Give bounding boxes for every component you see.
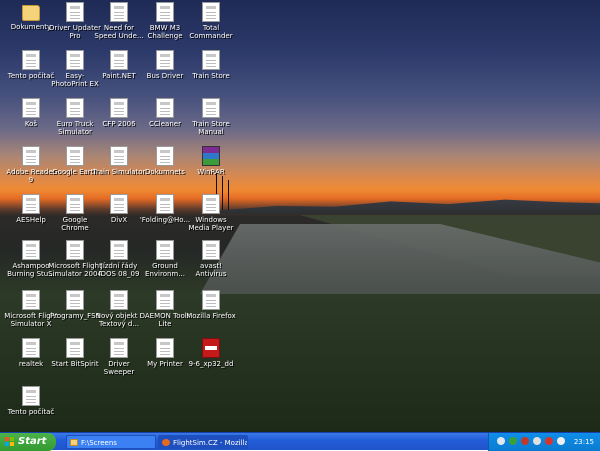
shortcut-icon (22, 98, 40, 118)
shortcut-icon (202, 98, 220, 118)
ati-driver-icon (202, 338, 220, 358)
tray-app-icon[interactable] (497, 437, 505, 445)
shortcut-icon (66, 50, 84, 70)
shortcut-icon (156, 50, 174, 70)
desktop-icon[interactable]: Train Store Manual (184, 98, 238, 136)
desktop-icon[interactable]: Windows Media Player (184, 194, 238, 232)
volume-icon[interactable] (557, 437, 565, 445)
shortcut-icon (22, 338, 40, 358)
desktop-icon-label: Total Commander (189, 24, 233, 40)
desktop-icon-label: avast! Antivirus (195, 262, 227, 278)
shortcut-icon (156, 146, 174, 166)
desktop-icon[interactable]: 9-6_xp32_dd (184, 338, 238, 368)
desktop-icon-label: Mozilla Firefox (186, 312, 236, 320)
taskbar-button-screens[interactable]: F:\Screens (66, 435, 156, 449)
taskbar: Start F:\Screens FlightSim.CZ - Mozilla … (0, 432, 600, 451)
shortcut-icon (110, 146, 128, 166)
desktop-icon-label: Windows Media Player (188, 216, 234, 232)
task-label: F:\Screens (81, 439, 117, 447)
shortcut-icon (110, 50, 128, 70)
shortcut-icon (156, 240, 174, 260)
shortcut-icon (66, 194, 84, 214)
folder-icon (70, 439, 78, 446)
shortcut-icon (22, 386, 40, 406)
shortcut-icon (156, 338, 174, 358)
shortcut-icon (22, 194, 40, 214)
clock[interactable]: 23:15 (574, 433, 594, 451)
shortcut-icon (22, 50, 40, 70)
tray-app-icon[interactable] (533, 437, 541, 445)
shortcut-icon (66, 2, 84, 22)
shortcut-icon (202, 240, 220, 260)
desktop-icon-label: Train Store Manual (192, 120, 230, 136)
taskbar-button-firefox[interactable]: FlightSim.CZ - Mozilla ... (158, 435, 248, 449)
shortcut-icon (22, 146, 40, 166)
firefox-icon (162, 439, 170, 446)
shortcut-icon (156, 98, 174, 118)
desktop-icon[interactable]: Train Store (184, 50, 238, 80)
shortcut-icon (202, 2, 220, 22)
shortcut-icon (22, 290, 40, 310)
shortcut-icon (202, 194, 220, 214)
shortcut-icon (110, 194, 128, 214)
tray-app-icon[interactable] (509, 437, 517, 445)
start-button[interactable]: Start (0, 433, 56, 451)
desktop-icon[interactable]: avast! Antivirus (184, 240, 238, 278)
system-tray: 23:15 (488, 433, 600, 451)
shortcut-icon (110, 290, 128, 310)
task-label: FlightSim.CZ - Mozilla ... (173, 439, 248, 447)
shortcut-icon (66, 98, 84, 118)
desktop-icon-label: Tento počítač (7, 408, 55, 416)
shortcut-icon (110, 338, 128, 358)
desktop-icon[interactable]: Total Commander (184, 2, 238, 40)
shortcut-icon (66, 338, 84, 358)
shortcut-icon (110, 98, 128, 118)
shortcut-icon (66, 290, 84, 310)
shortcut-icon (202, 50, 220, 70)
tray-app-icon[interactable] (545, 437, 553, 445)
winrar-icon (202, 146, 220, 166)
desktop-icon-label: 9-6_xp32_dd (188, 360, 234, 368)
folder-icon (22, 5, 40, 21)
shortcut-icon (66, 146, 84, 166)
shortcut-icon (22, 240, 40, 260)
shortcut-icon (110, 240, 128, 260)
windows-flag-icon (5, 437, 14, 446)
shortcut-icon (156, 194, 174, 214)
shortcut-icon (66, 240, 84, 260)
horizon-hills (220, 199, 600, 214)
desktop-background: Dokumenty Driver Updater Pro Need for Spee… (0, 0, 600, 432)
start-label: Start (18, 436, 47, 447)
desktop-icon[interactable]: Tento počítač (4, 386, 58, 416)
desktop-icon-label: Train Store (192, 72, 230, 80)
shortcut-icon (110, 2, 128, 22)
shortcut-icon (202, 290, 220, 310)
desktop-icon[interactable]: Mozilla Firefox (184, 290, 238, 320)
desktop-icon-label: WinRAR (197, 168, 225, 176)
tray-app-icon[interactable] (521, 437, 529, 445)
desktop-icon[interactable]: WinRAR (184, 146, 238, 176)
shortcut-icon (156, 2, 174, 22)
shortcut-icon (156, 290, 174, 310)
